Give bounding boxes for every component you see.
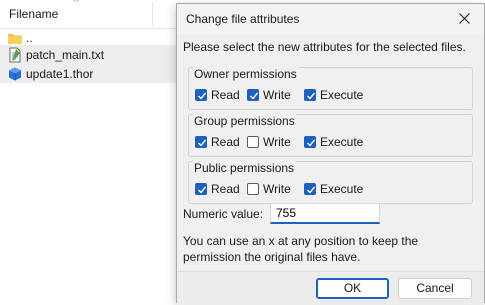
- checkbox-box: [304, 136, 316, 148]
- check-icon: [198, 139, 207, 147]
- checkbox-label: Execute: [320, 88, 364, 102]
- dialog-footer: OK Cancel: [177, 271, 484, 305]
- check-icon: [307, 92, 316, 100]
- checkbox-box: [195, 183, 207, 195]
- text-file-icon: [7, 47, 23, 63]
- hint-text: You can use an x at any position to keep…: [183, 234, 419, 264]
- group-title: Group permissions: [193, 114, 296, 128]
- check-icon: [198, 92, 207, 100]
- checkbox-label: Execute: [320, 135, 364, 149]
- checkbox-box: [304, 89, 316, 101]
- sort-ascending-icon: ^: [74, 0, 79, 8]
- folder-icon: [7, 30, 23, 46]
- check-icon: [307, 139, 316, 147]
- checkbox-label: Write: [263, 182, 291, 196]
- group-permissions-group: Group permissions Read Write Execute: [188, 114, 473, 157]
- checkbox-box: [247, 136, 259, 148]
- file-name: patch_main.txt: [26, 48, 105, 62]
- group-title: Public permissions: [193, 161, 296, 175]
- checkbox-label: Read: [211, 135, 240, 149]
- checkbox-box: [195, 89, 207, 101]
- numeric-value-input[interactable]: [270, 203, 380, 224]
- package-file-icon: [7, 66, 23, 82]
- close-button[interactable]: [447, 5, 483, 33]
- checkbox-box: [247, 89, 259, 101]
- instruction-text: Please select the new attributes for the…: [183, 40, 466, 54]
- checkbox-box: [304, 183, 316, 195]
- check-icon: [250, 92, 259, 100]
- checkbox-label: Write: [263, 88, 291, 102]
- dialog-title: Change file attributes: [186, 12, 300, 26]
- check-icon: [198, 186, 207, 194]
- dialog-titlebar[interactable]: Change file attributes: [177, 4, 484, 34]
- group-title: Owner permissions: [193, 67, 298, 81]
- column-separator[interactable]: [152, 2, 153, 26]
- checkbox-label: Execute: [320, 182, 364, 196]
- checkbox-box: [247, 183, 259, 195]
- checkbox-label: Write: [263, 135, 291, 149]
- change-attributes-dialog: Change file attributes Please select the…: [176, 3, 485, 305]
- checkbox-label: Read: [211, 88, 240, 102]
- file-name: ..: [26, 31, 33, 45]
- check-icon: [307, 186, 316, 194]
- public-permissions-group: Public permissions Read Write Execute: [188, 161, 473, 204]
- checkbox-box: [195, 136, 207, 148]
- file-name: update1.thor: [26, 67, 94, 81]
- checkbox-label: Read: [211, 182, 240, 196]
- column-header-filename[interactable]: Filename: [9, 7, 58, 21]
- close-icon: [459, 13, 470, 24]
- cancel-button[interactable]: Cancel: [398, 278, 472, 299]
- ok-button[interactable]: OK: [316, 278, 389, 299]
- numeric-value-label: Numeric value:: [183, 207, 264, 221]
- owner-permissions-group: Owner permissions Read Write Execute: [188, 67, 473, 110]
